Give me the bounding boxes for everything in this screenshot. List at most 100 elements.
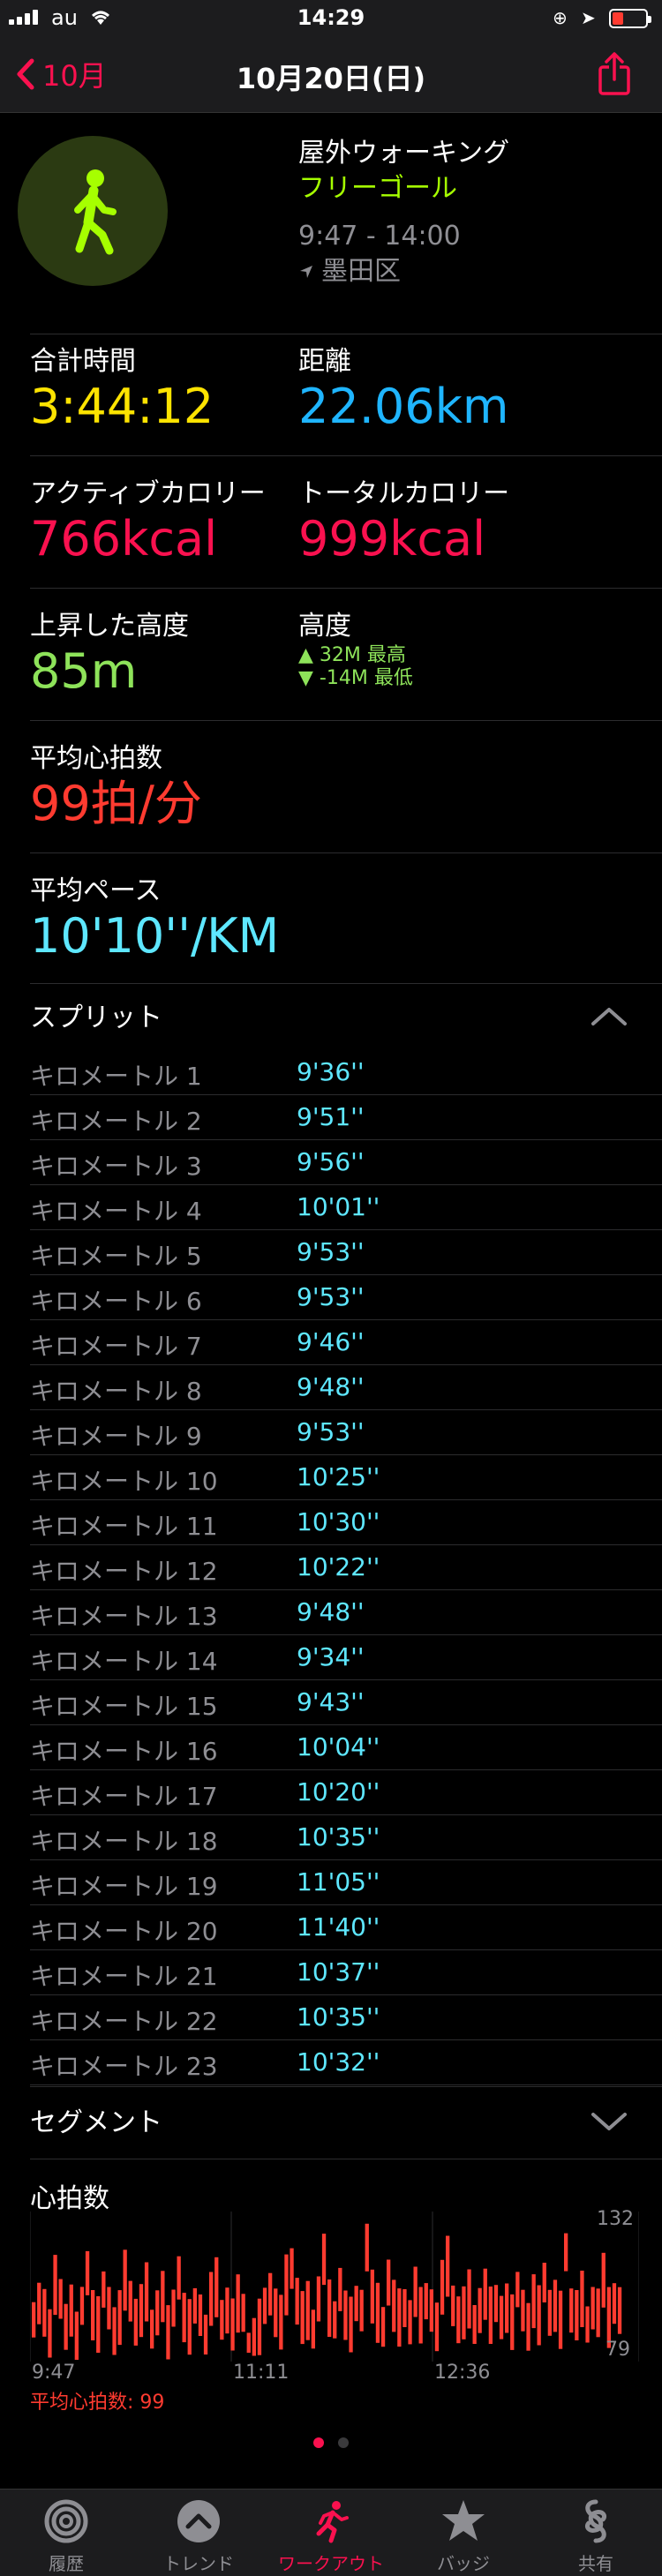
split-row: キロメートル 13 9'48'' xyxy=(30,1590,662,1635)
tab-trends-label: トレンド xyxy=(163,2553,234,2574)
hr-bar xyxy=(601,2252,606,2308)
split-pace-value: 9'48'' xyxy=(297,1597,365,1626)
split-pace-value: 9'48'' xyxy=(297,1372,365,1401)
split-km-label: キロメートル 20 xyxy=(30,1917,218,1946)
hr-bar xyxy=(32,2302,36,2338)
split-row: キロメートル 2 9'51'' xyxy=(30,1095,662,1140)
split-pace-value: 10'35'' xyxy=(297,2002,380,2032)
hr-bar xyxy=(112,2307,117,2355)
tab-badges-label: バッジ xyxy=(437,2553,490,2574)
hr-bar xyxy=(123,2249,127,2311)
split-pace-value: 9'56'' xyxy=(297,1147,365,1176)
split-row: キロメートル 11 10'30'' xyxy=(30,1500,662,1545)
split-km-label: キロメートル 19 xyxy=(30,1872,218,1901)
split-pace-value: 10'20'' xyxy=(297,1777,380,1806)
hr-bar xyxy=(85,2250,90,2295)
badge-star-icon xyxy=(442,2500,485,2541)
split-row: キロメートル 18 10'35'' xyxy=(30,1815,662,1860)
workout-runner-icon xyxy=(316,2501,349,2543)
split-km-label: キロメートル 22 xyxy=(30,2007,218,2036)
split-pace-value: 9'46'' xyxy=(297,1327,365,1356)
status-bar: au 14:29 ⊕ ➤ xyxy=(0,0,662,35)
hr-bar xyxy=(558,2290,563,2349)
hr-bar xyxy=(305,2280,310,2340)
tab-workout[interactable]: ワークアウト xyxy=(265,2497,397,2575)
split-km-label: キロメートル 13 xyxy=(30,1602,218,1631)
share-icon[interactable] xyxy=(591,51,637,97)
hr-bar xyxy=(580,2271,584,2327)
hr-bar xyxy=(596,2288,600,2338)
hr-bar xyxy=(74,2311,79,2360)
hr-bar xyxy=(456,2296,461,2344)
split-km-label: キロメートル 17 xyxy=(30,1782,218,1811)
avg-heart-rate-metric: 平均心拍数 99拍/分 xyxy=(30,741,202,831)
hr-bar xyxy=(338,2267,342,2311)
split-row: キロメートル 17 10'20'' xyxy=(30,1770,662,1815)
elevation-label: 高度 xyxy=(298,611,351,642)
tab-sharing[interactable]: 共有 xyxy=(530,2497,662,2575)
elevation-metric: 高度 ▲ 32M 最高 ▼ -14M 最低 xyxy=(298,609,413,690)
avg-heart-rate-label: 平均心拍数 xyxy=(30,743,162,774)
split-pace-value: 10'01'' xyxy=(297,1192,380,1221)
location-label: 墨田区 xyxy=(321,256,401,287)
rotation-lock-icon: ⊕ xyxy=(553,7,568,28)
heart-rate-chart xyxy=(30,2212,639,2362)
split-pace-value: 11'40'' xyxy=(297,1912,380,1941)
trends-chevron-icon xyxy=(177,2500,220,2542)
hr-bar xyxy=(359,2289,364,2332)
total-time-metric: 合計時間 3:44:12 xyxy=(30,344,214,434)
location-arrow-icon: ➤ xyxy=(581,7,596,28)
hr-bar xyxy=(493,2285,499,2323)
hr-bar xyxy=(139,2284,144,2338)
split-row: キロメートル 21 10'37'' xyxy=(30,1950,662,1995)
split-row: キロメートル 10 10'25'' xyxy=(30,1455,662,1500)
distance-value: 22.06km xyxy=(298,379,509,434)
split-pace-value: 9'43'' xyxy=(297,1687,365,1716)
split-row: キロメートル 16 10'04'' xyxy=(30,1725,662,1770)
elevation-gain-label: 上昇した高度 xyxy=(30,611,189,642)
hr-bar xyxy=(327,2279,332,2337)
tab-history[interactable]: 履歴 xyxy=(0,2497,132,2575)
hr-bar xyxy=(424,2283,428,2320)
split-km-label: キロメートル 8 xyxy=(30,1377,202,1406)
hr-time-tick: 11:11 xyxy=(233,2362,290,2384)
hr-bar xyxy=(488,2287,493,2344)
hr-bar xyxy=(591,2287,595,2330)
hr-average-label: 平均心拍数: 99 xyxy=(30,2392,165,2414)
hr-bar xyxy=(365,2223,369,2272)
split-row: キロメートル 3 9'56'' xyxy=(30,1140,662,1185)
hr-bar xyxy=(349,2296,353,2353)
split-km-label: キロメートル 15 xyxy=(30,1692,218,1721)
split-row: キロメートル 8 9'48'' xyxy=(30,1365,662,1410)
avg-pace-value: 10'10''/KM xyxy=(30,908,280,964)
hr-bar xyxy=(553,2279,558,2332)
tab-workout-label: ワークアウト xyxy=(278,2553,384,2574)
hr-bar xyxy=(564,2233,568,2272)
active-calories-metric: アクティブカロリー 766kcal xyxy=(30,477,266,567)
hr-bar xyxy=(434,2302,440,2352)
split-pace-value: 9'53'' xyxy=(297,1417,365,1446)
split-row: キロメートル 5 9'53'' xyxy=(30,1230,662,1275)
hr-bar xyxy=(333,2301,337,2339)
page-indicator[interactable] xyxy=(0,2437,662,2448)
chevron-down-icon[interactable] xyxy=(590,2111,628,2132)
workout-location: 墨田区 xyxy=(298,254,509,289)
split-row: キロメートル 12 10'22'' xyxy=(30,1545,662,1590)
tab-trends[interactable]: トレンド xyxy=(132,2497,265,2575)
hr-bar xyxy=(612,2283,617,2324)
distance-label: 距離 xyxy=(298,346,351,377)
hr-bar xyxy=(354,2286,358,2322)
split-pace-value: 11'05'' xyxy=(297,1867,380,1896)
total-time-value: 3:44:12 xyxy=(30,379,214,434)
chevron-up-icon[interactable] xyxy=(590,1006,628,1027)
hr-bar xyxy=(316,2276,321,2322)
hr-min-label: 79 xyxy=(606,2339,630,2361)
hr-bar xyxy=(37,2282,41,2324)
split-km-label: キロメートル 14 xyxy=(30,1647,218,1676)
hr-bar xyxy=(402,2289,407,2327)
hr-bar xyxy=(451,2285,455,2326)
hr-bar xyxy=(418,2287,423,2344)
split-row: キロメートル 9 9'53'' xyxy=(30,1410,662,1455)
hr-bar xyxy=(343,2290,348,2340)
tab-badges[interactable]: バッジ xyxy=(397,2497,530,2575)
